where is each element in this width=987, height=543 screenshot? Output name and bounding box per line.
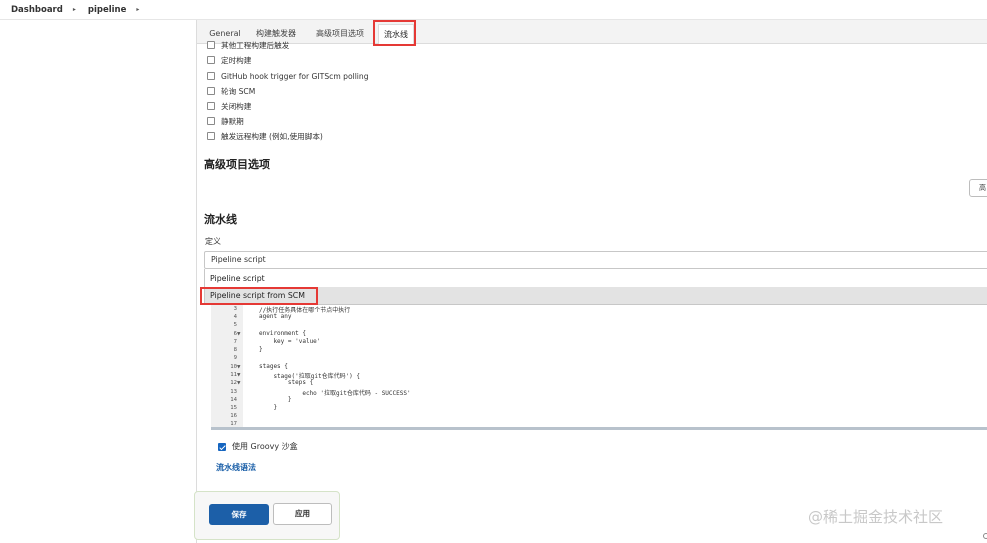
definition-select[interactable]: Pipeline script <box>204 251 987 269</box>
trigger-after-other-projects[interactable]: 其他工程构建后触发 <box>207 39 289 51</box>
script-editor[interactable]: 3 4 5 6 7 8 9 10 11 12 13 14 15 16 17 ▼ … <box>211 305 987 430</box>
line-number: 4 <box>233 314 237 320</box>
line-number: 9 <box>233 355 237 361</box>
fold-arrow-icon[interactable]: ▼ <box>237 373 240 378</box>
editor-resize-bar[interactable] <box>211 427 987 430</box>
code-line: } <box>259 404 278 411</box>
checkbox[interactable] <box>207 56 215 64</box>
pipeline-tab-highlight <box>373 20 416 46</box>
scroll-indicator <box>983 533 987 539</box>
checkbox-label: 触发远程构建 (例如,使用脚本) <box>221 131 323 141</box>
code-line: stages { <box>259 363 288 370</box>
checkbox-label: 关闭构建 <box>221 101 252 111</box>
checkbox[interactable] <box>207 117 215 125</box>
checkbox[interactable] <box>207 102 215 110</box>
code-line: environment { <box>259 330 306 337</box>
checkbox[interactable] <box>218 442 226 451</box>
checkbox[interactable] <box>207 87 215 95</box>
line-number: 5 <box>233 322 237 328</box>
trigger-remote-build[interactable]: 触发远程构建 (例如,使用脚本) <box>207 130 323 142</box>
checkbox[interactable] <box>207 132 215 140</box>
chevron-right-icon[interactable]: ▸ <box>73 6 76 13</box>
groovy-sandbox-label: 使用 Groovy 沙盒 <box>232 442 298 451</box>
trigger-poll-scm[interactable]: 轮询 SCM <box>207 85 255 97</box>
code-line: } <box>259 346 263 353</box>
save-button[interactable]: 保存 <box>209 504 269 525</box>
trigger-quiet-period[interactable]: 静默期 <box>207 115 244 127</box>
line-number-gutter: 3 4 5 6 7 8 9 10 11 12 13 14 15 16 17 ▼ … <box>211 305 243 427</box>
line-number: 11 <box>230 372 237 378</box>
line-number: 10 <box>230 364 237 370</box>
apply-button[interactable]: 应用 <box>273 503 332 525</box>
pipeline-syntax-link[interactable]: 流水线语法 <box>216 462 256 473</box>
advanced-button[interactable]: 高 <box>969 179 987 197</box>
checkbox[interactable] <box>207 72 215 80</box>
watermark: @稀土掘金技术社区 <box>808 508 944 526</box>
trigger-github-hook[interactable]: GitHub hook trigger for GITScm polling <box>207 70 369 82</box>
action-bar: 保存 应用 <box>194 491 340 540</box>
breadcrumb-dashboard[interactable]: Dashboard <box>11 5 63 15</box>
option-pipeline-script-from-scm[interactable]: Pipeline script from SCM <box>205 287 987 304</box>
checkbox-label: 轮询 SCM <box>221 86 256 96</box>
line-number: 6 <box>233 331 237 337</box>
checkbox-label: 静默期 <box>221 116 244 126</box>
trigger-scheduled-build[interactable]: 定时构建 <box>207 54 251 66</box>
code-line: key = 'value' <box>259 338 321 345</box>
advanced-options-title: 高级项目选项 <box>204 158 270 171</box>
breadcrumb: Dashboard ▸ pipeline ▸ <box>0 0 987 20</box>
definition-label: 定义 <box>205 237 221 246</box>
checkbox-label: GitHub hook trigger for GITScm polling <box>221 71 369 81</box>
breadcrumb-pipeline[interactable]: pipeline <box>88 5 127 15</box>
option-pipeline-script[interactable]: Pipeline script <box>205 270 987 287</box>
fold-arrow-icon[interactable]: ▼ <box>237 381 240 386</box>
line-number: 7 <box>233 339 237 345</box>
checkbox-label: 其他工程构建后触发 <box>221 40 290 50</box>
checkbox-label: 定时构建 <box>221 55 252 65</box>
checkbox[interactable] <box>207 41 215 49</box>
line-number: 8 <box>233 347 237 353</box>
line-number: 15 <box>230 405 237 411</box>
pipeline-section-title: 流水线 <box>204 213 237 226</box>
fold-arrow-icon[interactable]: ▼ <box>237 365 240 370</box>
config-panel: General 构建触发器 高级项目选项 流水线 其他工程构建后触发 定时构建 … <box>196 20 987 543</box>
definition-dropdown: Pipeline script Pipeline script from SCM <box>204 269 987 305</box>
scm-option-highlight <box>200 287 318 305</box>
code-line: } <box>259 396 292 403</box>
line-number: 3 <box>233 306 237 312</box>
line-number: 16 <box>230 413 237 419</box>
line-number: 12 <box>230 380 237 386</box>
fold-arrow-icon[interactable]: ▼ <box>237 332 240 337</box>
tab-advanced-options[interactable]: 高级项目选项 <box>309 24 371 44</box>
code-line: agent any <box>259 313 292 320</box>
trigger-disable-build[interactable]: 关闭构建 <box>207 100 251 112</box>
groovy-sandbox-option[interactable]: 使用 Groovy 沙盒 <box>218 441 298 452</box>
line-number: 14 <box>230 397 237 403</box>
tab-bar: General 构建触发器 高级项目选项 流水线 <box>197 20 987 46</box>
line-number: 13 <box>230 389 237 395</box>
chevron-right-icon[interactable]: ▸ <box>136 6 139 13</box>
code-line: steps { <box>259 379 314 386</box>
